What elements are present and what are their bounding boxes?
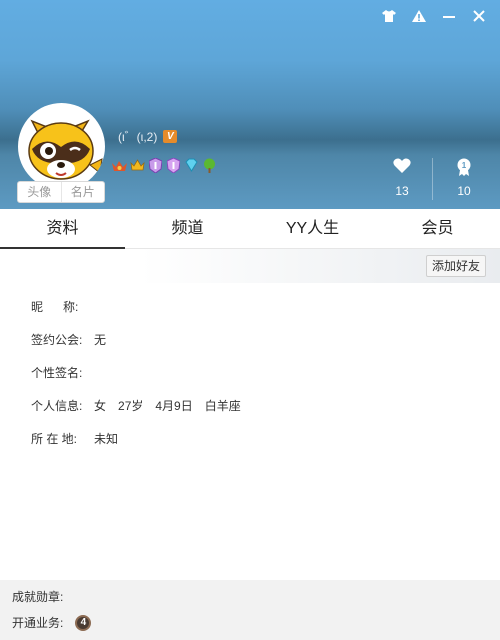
tab-channel[interactable]: 频道 (125, 209, 250, 248)
close-button[interactable] (466, 6, 492, 26)
info-row-guild: 签约公会: 无 (31, 323, 253, 356)
zodiac-value: 白羊座 (204, 399, 241, 413)
info-row-nickname: 昵 称: (31, 290, 253, 323)
tab-membership[interactable]: 会员 (375, 209, 500, 248)
report-button[interactable] (406, 6, 432, 26)
birthday-value: 4月9日 (155, 399, 193, 413)
minimize-button[interactable] (436, 6, 462, 26)
personal-label: 个人信息: (31, 399, 83, 413)
profile-footer: 成就勋章: 开通业务: 4 (0, 580, 500, 640)
likes-count: 13 (395, 184, 409, 198)
profile-info: 昵 称: 签约公会: 无 个性签名: 个人信息: 女 27岁 4月9日 白羊座 … (31, 290, 253, 455)
location-value: 未知 (94, 432, 119, 446)
diamond-medal-icon[interactable] (184, 158, 199, 173)
purple-shield-medal-icon[interactable] (148, 158, 163, 173)
services-row: 开通业务: 4 (12, 614, 92, 631)
stat-divider (432, 158, 433, 200)
purple-shield-medal-2-icon[interactable] (166, 158, 181, 173)
service-badge-icon[interactable]: 4 (75, 614, 92, 631)
add-friend-button[interactable]: 添加好友 (425, 255, 486, 277)
tree-medal-icon[interactable] (202, 158, 217, 173)
likes-stat[interactable]: 13 (377, 158, 427, 198)
avatar-tab-photo[interactable]: 头像 (18, 182, 61, 202)
nickname-line: (ι゛(ι,2) V (118, 128, 178, 145)
achievements-row: 成就勋章: (12, 588, 63, 605)
guild-value: 无 (94, 333, 107, 347)
crown-medal-icon[interactable] (130, 158, 145, 173)
rank-stat[interactable]: 1 10 (439, 158, 489, 198)
avatar-tabs: 头像 名片 (17, 181, 105, 203)
info-row-signature: 个性签名: (31, 356, 253, 389)
minimize-icon (443, 16, 455, 18)
profile-header: 头像 名片 (ι゛(ι,2) V 13 1 10 (0, 0, 500, 209)
info-row-personal: 个人信息: 女 27岁 4月9日 白羊座 (31, 389, 253, 422)
gender-value: 女 (94, 399, 107, 413)
tab-profile[interactable]: 资料 (0, 209, 125, 249)
nickname: (ι゛(ι,2) (118, 130, 158, 144)
achievements-label: 成就勋章: (12, 590, 64, 604)
skin-button[interactable] (376, 6, 402, 26)
medal-rank-icon: 1 (457, 158, 471, 176)
location-label: 所 在 地: (31, 432, 78, 446)
age-value: 27岁 (118, 399, 144, 413)
nickname-label: 昵 称: (31, 300, 79, 314)
raccoon-mascot-image (28, 119, 103, 180)
profile-tabs: 资料 频道 YY人生 会员 (0, 209, 500, 249)
tab-yy-life[interactable]: YY人生 (250, 209, 375, 248)
action-toolbar: 添加好友 (0, 249, 500, 283)
shirt-icon (382, 10, 396, 22)
services-label: 开通业务: (12, 616, 64, 630)
vip-badge-icon[interactable]: V (163, 130, 178, 143)
heart-icon (393, 158, 411, 173)
svg-text:1: 1 (462, 161, 467, 170)
close-icon (473, 10, 485, 22)
rank-count: 10 (457, 184, 471, 198)
avatar-tab-card[interactable]: 名片 (60, 182, 105, 202)
avatar[interactable] (18, 103, 105, 190)
crown-wings-medal-icon[interactable] (112, 158, 127, 173)
guild-label: 签约公会: (31, 333, 83, 347)
signature-label: 个性签名: (31, 366, 83, 380)
warning-icon (412, 10, 426, 22)
window-controls (376, 6, 492, 26)
medal-list (112, 158, 217, 173)
info-row-location: 所 在 地: 未知 (31, 422, 253, 455)
